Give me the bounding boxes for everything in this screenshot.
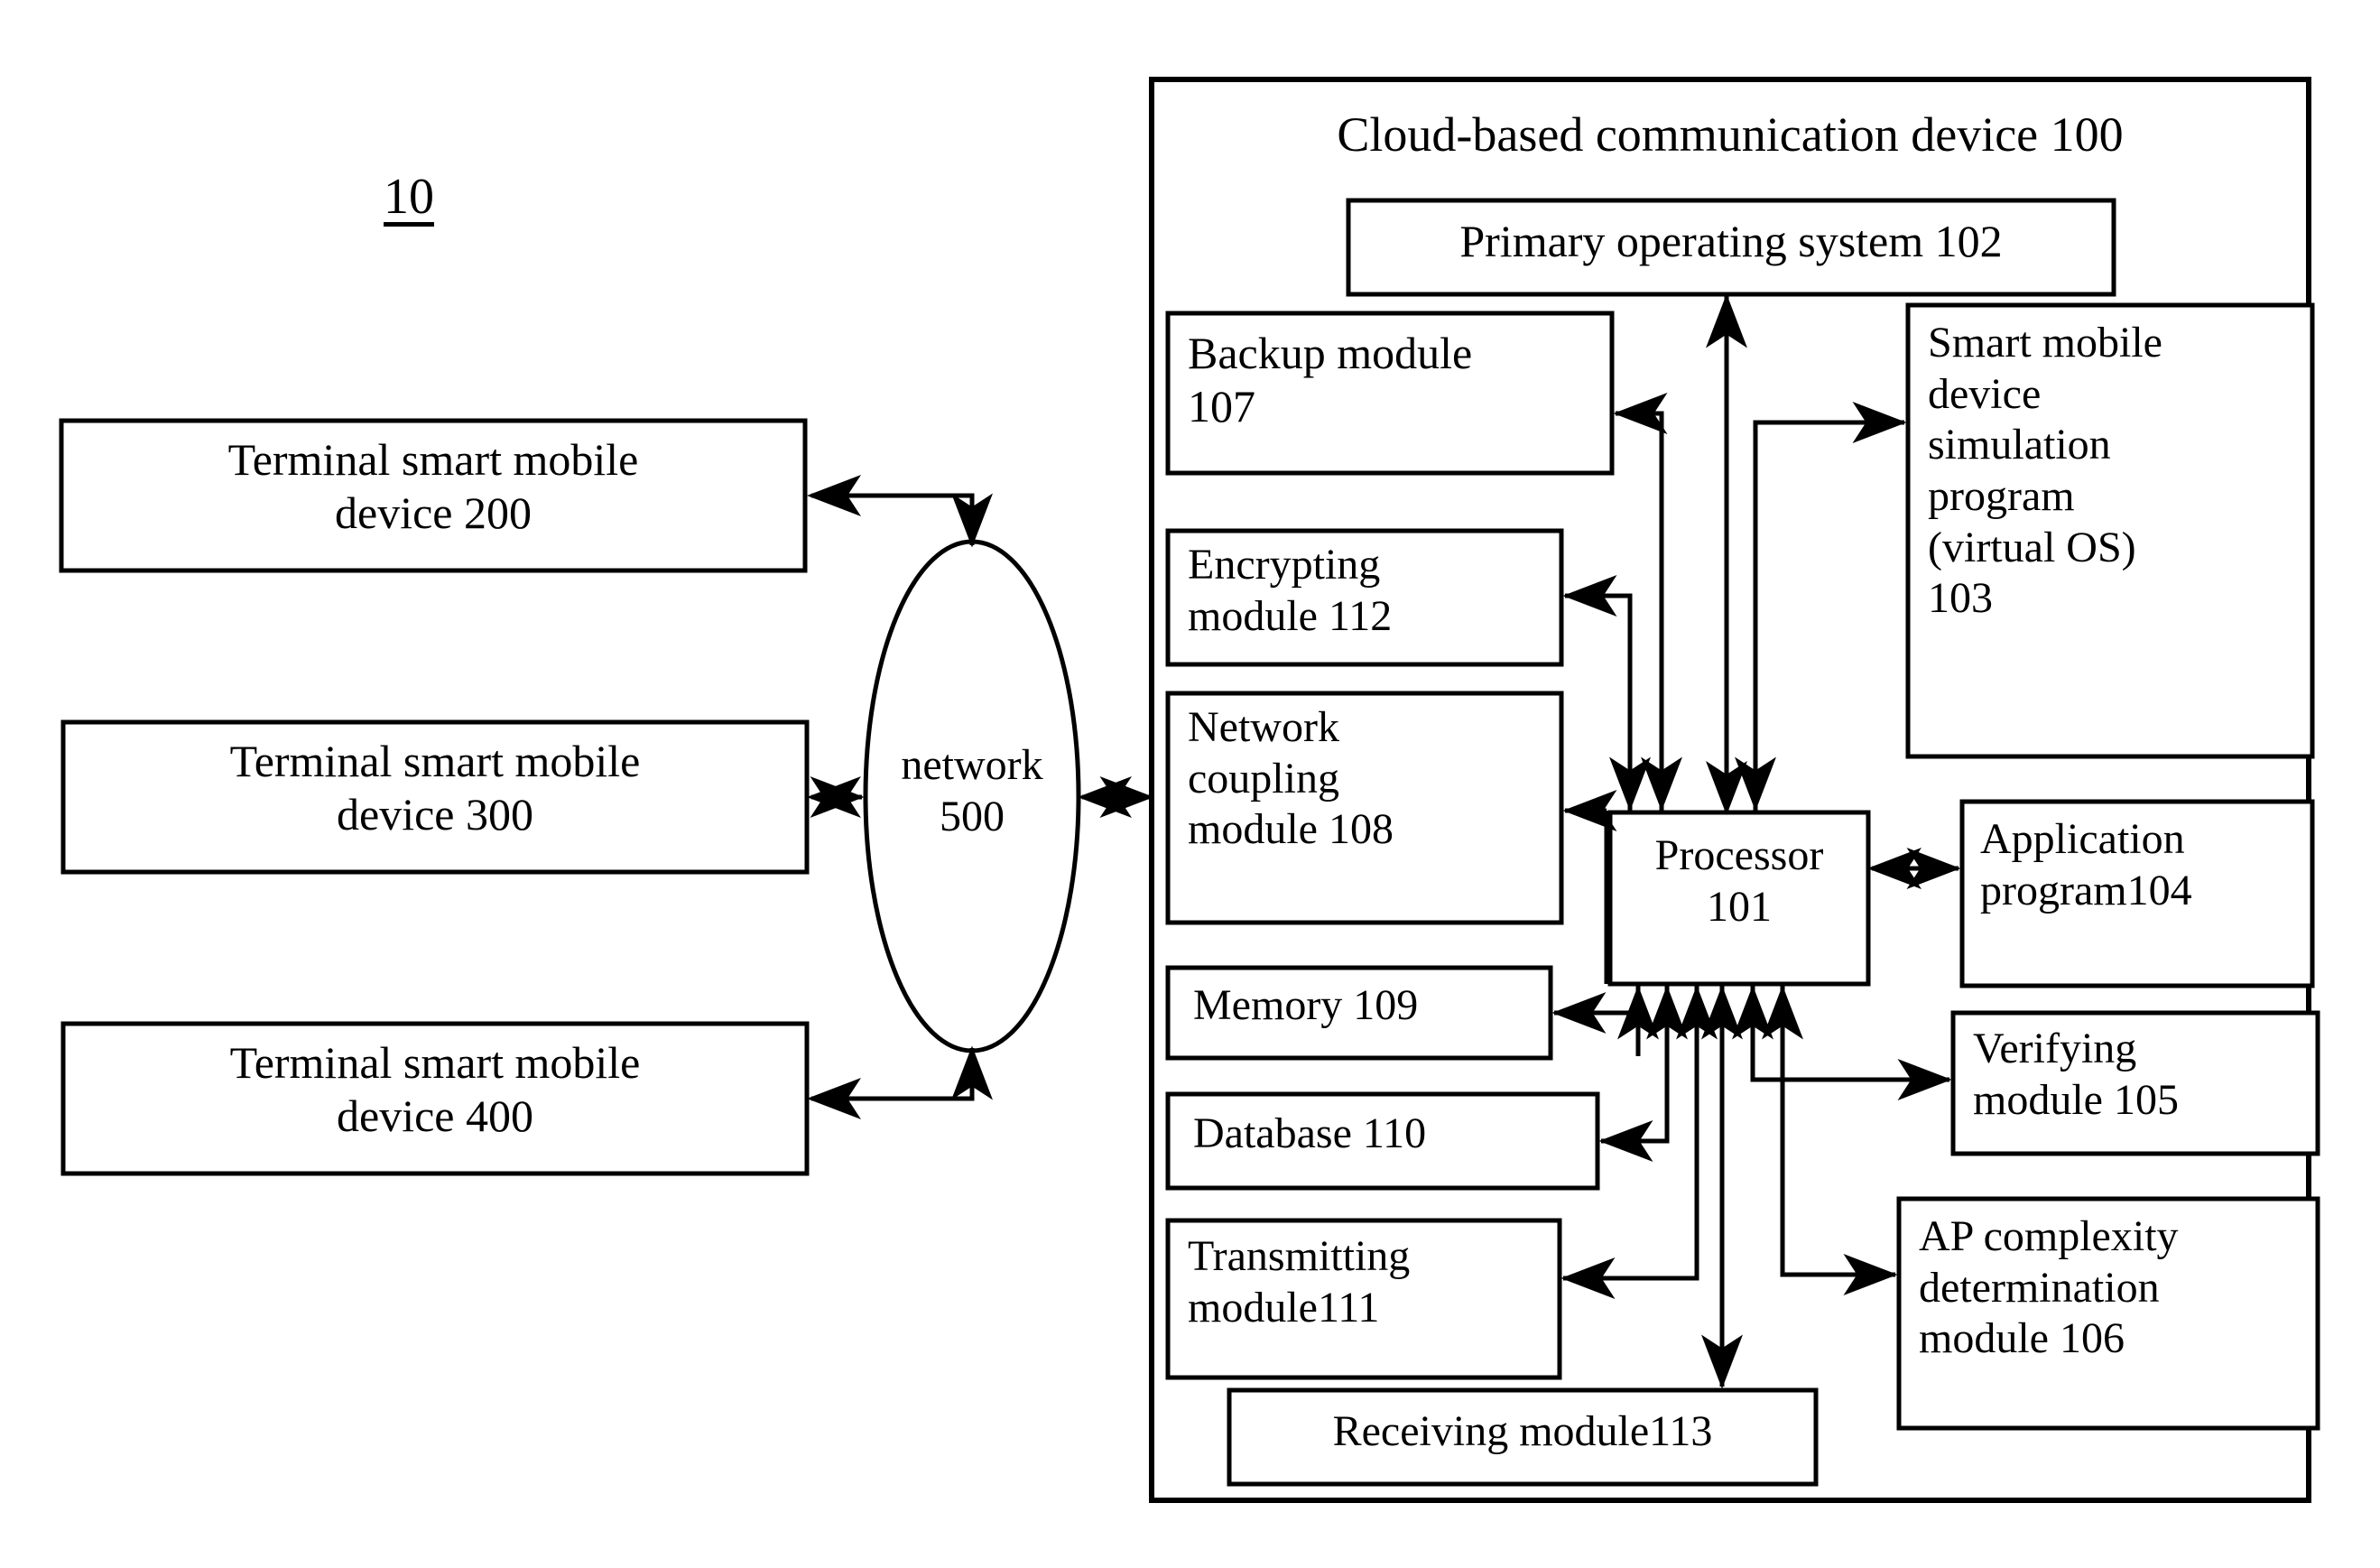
- application-program-box[interactable]: [1959, 799, 2315, 988]
- primary-os-box[interactable]: [1346, 198, 2116, 297]
- receiving-module-box[interactable]: [1227, 1387, 1819, 1487]
- figure-number: 10: [384, 169, 434, 225]
- connector-processor-to-ap-complexity: [1780, 986, 1898, 1296]
- database-module-box[interactable]: [1165, 1091, 1600, 1191]
- transmitting-module-box[interactable]: [1165, 1218, 1562, 1380]
- figure-canvas: 10 Cloud-based communication device 100 …: [0, 0, 2380, 1568]
- connector-200-to-network: [807, 475, 993, 548]
- ap-complexity-module-box[interactable]: [1896, 1196, 2320, 1431]
- memory-module-box[interactable]: [1165, 965, 1553, 1061]
- terminal-device-400-box[interactable]: [60, 1021, 810, 1176]
- verifying-module-box[interactable]: [1950, 1010, 2320, 1156]
- connector-processor-to-memory: [1551, 986, 1641, 1034]
- connector-400-to-network: [807, 1045, 994, 1120]
- backup-module-box[interactable]: [1165, 311, 1615, 476]
- simulation-program-box[interactable]: [1905, 302, 2315, 759]
- diagram-svg: [59, 77, 2320, 1503]
- connector-processor-to-backup: [1613, 392, 1668, 811]
- connector-processor-to-database: [1598, 986, 1670, 1162]
- encrypting-module-box[interactable]: [1165, 528, 1564, 667]
- processor-box[interactable]: [1607, 810, 1871, 987]
- connector-processor-to-simulation: [1753, 402, 1907, 811]
- terminal-device-200-box[interactable]: [59, 418, 808, 573]
- network-ellipse[interactable]: [863, 539, 1081, 1053]
- connector-processor-to-encrypting: [1562, 574, 1633, 811]
- network-coupling-module-box[interactable]: [1165, 691, 1564, 925]
- terminal-device-300-box[interactable]: [60, 719, 810, 875]
